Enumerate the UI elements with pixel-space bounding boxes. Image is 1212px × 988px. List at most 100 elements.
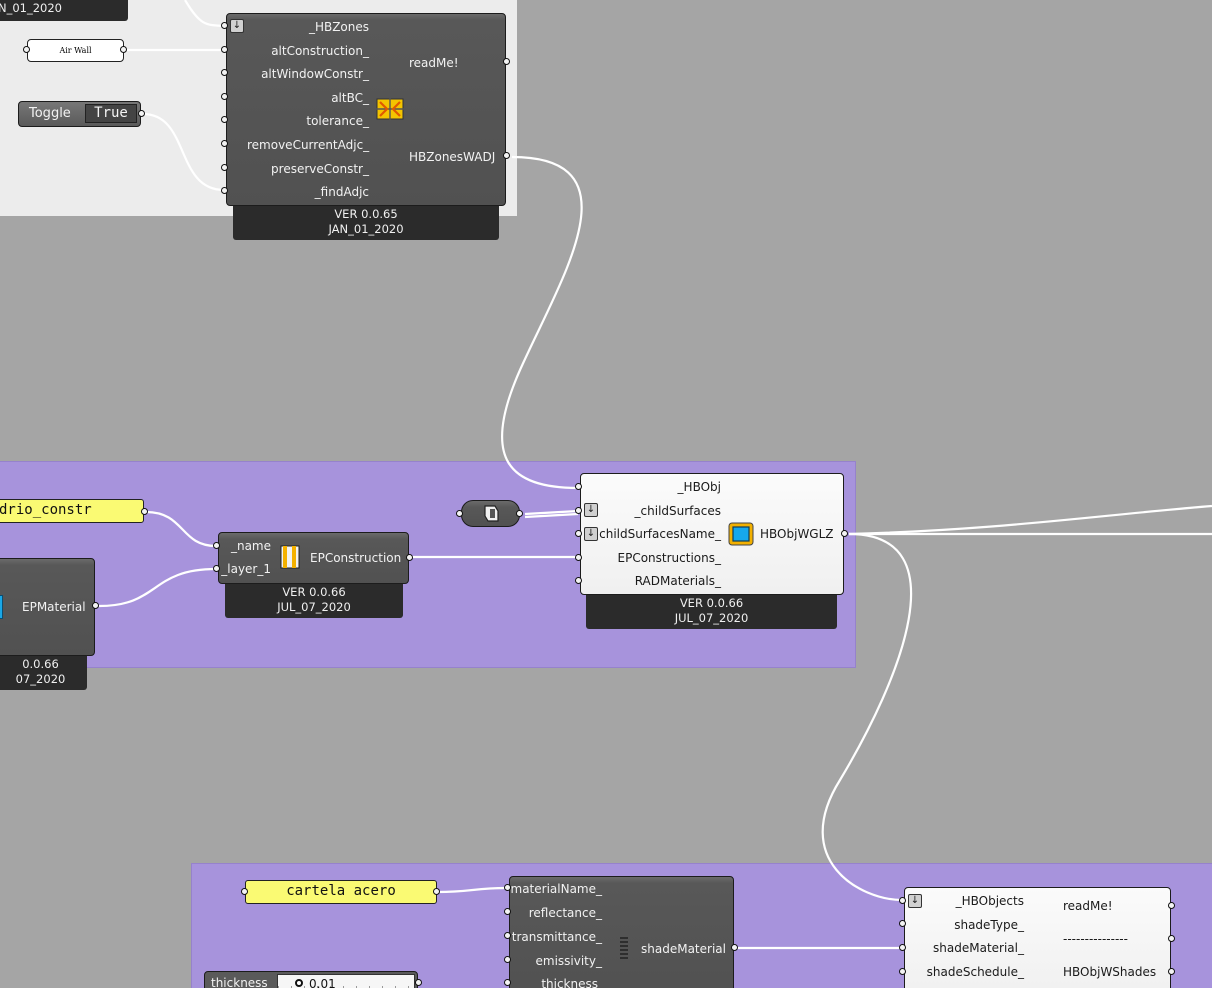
ep-construction-component[interactable]: _name _layer_1 EPConstruction	[218, 532, 409, 584]
glazing-port-in-1[interactable]	[575, 507, 582, 514]
air-wall-text: Air Wall	[59, 46, 92, 55]
input-preserveconstr: preserveConstr_	[271, 162, 369, 176]
toggle-component[interactable]: Toggle True	[18, 101, 141, 127]
input-radmaterials: RADMaterials_	[634, 574, 721, 588]
adj-port-in-6[interactable]	[221, 164, 228, 171]
input-altconstruction: altConstruction_	[271, 44, 369, 58]
relay-icon	[482, 504, 500, 523]
adj-port-in-7[interactable]	[221, 187, 228, 194]
output-epmaterial: EPMaterial	[22, 600, 86, 614]
thickness-slider-track[interactable]: 0.01	[277, 974, 415, 988]
air-wall-panel[interactable]: Air Wall	[27, 39, 124, 62]
input-childsurfacesname: childSurfacesName_	[599, 527, 721, 541]
remnant-date-label: N_01_2020	[0, 0, 128, 21]
input-shadeschedule: shadeSchedule_	[926, 965, 1024, 979]
adj-port-in-5[interactable]	[221, 140, 228, 147]
shade-material-icon	[619, 936, 629, 962]
shades-port-out-0[interactable]	[1168, 902, 1175, 909]
adj-port-in-4[interactable]	[221, 116, 228, 123]
adjacency-version-tag: VER 0.0.65 JAN_01_2020	[233, 206, 499, 240]
relay-port-out[interactable]	[516, 510, 523, 517]
relay-component[interactable]	[461, 500, 520, 527]
input-altbc: altBC_	[331, 91, 369, 105]
construction-icon	[280, 545, 300, 569]
adj-port-out-1[interactable]	[503, 152, 510, 159]
shades-port-in-3[interactable]	[899, 968, 906, 975]
ep-construction-port-out[interactable]	[406, 554, 413, 561]
toggle-port-right[interactable]	[138, 110, 145, 117]
thickness-slider-knob[interactable]	[295, 979, 303, 987]
air-wall-port-right[interactable]	[120, 46, 127, 53]
input-epconstructions: EPConstructions_	[617, 551, 721, 565]
ep-material-component[interactable]: EPMaterial	[0, 558, 95, 656]
shade-mat-port-in-3[interactable]	[504, 956, 511, 963]
glazing-port-in-0[interactable]	[575, 483, 582, 490]
vidrio-panel-port-right[interactable]	[141, 508, 148, 515]
input-layer-1: _layer_1	[221, 562, 271, 576]
shades-port-in-0[interactable]	[899, 897, 906, 904]
output-readme: readMe!	[409, 56, 459, 70]
cartela-panel-port-left[interactable]	[241, 888, 248, 895]
adj-port-in-3[interactable]	[221, 93, 228, 100]
toggle-label: Toggle	[29, 106, 71, 121]
input-hbobjects: _HBObjects	[955, 894, 1024, 908]
input-altwindowconstr: altWindowConstr_	[261, 67, 369, 81]
shade-mat-port-in-1[interactable]	[504, 908, 511, 915]
toggle-value: True	[94, 105, 128, 121]
glazing-port-in-2[interactable]	[575, 530, 582, 537]
grasshopper-canvas[interactable]: N_01_2020 Air Wall Toggle True ↓ _HBZone…	[0, 0, 1212, 988]
shade-mat-port-in-2[interactable]	[504, 932, 511, 939]
output-readme-shades: readMe!	[1063, 899, 1113, 913]
shades-port-out-2[interactable]	[1168, 968, 1175, 975]
output-separator: ---------------	[1063, 932, 1128, 946]
adj-port-in-2[interactable]	[221, 69, 228, 76]
input-shadetype: shadeType_	[954, 918, 1024, 932]
adj-port-in-0[interactable]	[221, 22, 228, 29]
shades-port-in-2[interactable]	[899, 944, 906, 951]
ep-construction-port-in-0[interactable]	[213, 542, 220, 549]
shade-mat-port-in-4[interactable]	[504, 979, 511, 986]
air-wall-port-left[interactable]	[23, 46, 30, 53]
shade-material-component[interactable]: materialName_ reflectance_ transmittance…	[509, 876, 734, 988]
input-transmittance: transmittance_	[511, 930, 602, 944]
input-reflectance: reflectance_	[528, 906, 602, 920]
input-emissivity: emissivity_	[535, 954, 603, 968]
input-thickness: thickness	[541, 977, 598, 988]
glazing-port-in-4[interactable]	[575, 577, 582, 584]
glazing-port-out[interactable]	[841, 530, 848, 537]
thickness-slider-port-out[interactable]	[415, 979, 422, 986]
window-icon	[728, 522, 754, 546]
input-findadjc: _findAdjc	[314, 185, 369, 199]
shades-port-in-1[interactable]	[899, 920, 906, 927]
input-hbzones: _HBZones	[308, 20, 369, 34]
output-epconstruction: EPConstruction	[310, 551, 402, 565]
glazing-port-in-3[interactable]	[575, 554, 582, 561]
shade-mat-port-out[interactable]	[731, 944, 738, 951]
adj-port-in-1[interactable]	[221, 46, 228, 53]
material-icon	[0, 595, 3, 619]
shade-mat-port-in-0[interactable]	[504, 884, 511, 891]
thickness-slider-label: thickness	[211, 976, 268, 988]
solve-adjacencies-component[interactable]: ↓ _HBZones altConstruction_ altWindowCon…	[226, 13, 506, 206]
ep-material-version-tag: 0.0.66 07_2020	[0, 656, 87, 690]
shades-port-out-1[interactable]	[1168, 935, 1175, 942]
glazing-version-tag: VER 0.0.66 JUL_07_2020	[586, 595, 837, 629]
add-shades-component[interactable]: ↓ _HBObjects shadeType_ shadeMaterial_ s…	[904, 887, 1171, 988]
adj-port-out-0[interactable]	[503, 58, 510, 65]
wire-glazing-out-right	[848, 504, 1212, 536]
cartela-acero-panel[interactable]: cartela acero	[245, 880, 437, 904]
ep-material-port-out[interactable]	[92, 602, 99, 609]
input-hbobj: _HBObj	[677, 480, 721, 494]
ep-construction-port-in-1[interactable]	[213, 565, 220, 572]
toggle-value-box[interactable]: True	[85, 104, 137, 123]
input-name: _name	[230, 539, 271, 553]
output-shadematerial: shadeMaterial	[641, 942, 726, 956]
adjacency-icon	[376, 97, 404, 121]
output-hbzoneswadj: HBZonesWADJ	[409, 150, 496, 164]
thickness-slider[interactable]: thickness 0.01	[204, 971, 418, 988]
add-glazing-component[interactable]: _HBObj ↓ _childSurfaces ↓ childSurfacesN…	[580, 473, 844, 595]
vidrio-constr-panel[interactable]: drio_constr	[0, 499, 144, 523]
list-input-arrow-icon[interactable]: ↓	[230, 19, 244, 33]
relay-port-in[interactable]	[456, 510, 463, 517]
cartela-panel-port-right[interactable]	[433, 888, 440, 895]
